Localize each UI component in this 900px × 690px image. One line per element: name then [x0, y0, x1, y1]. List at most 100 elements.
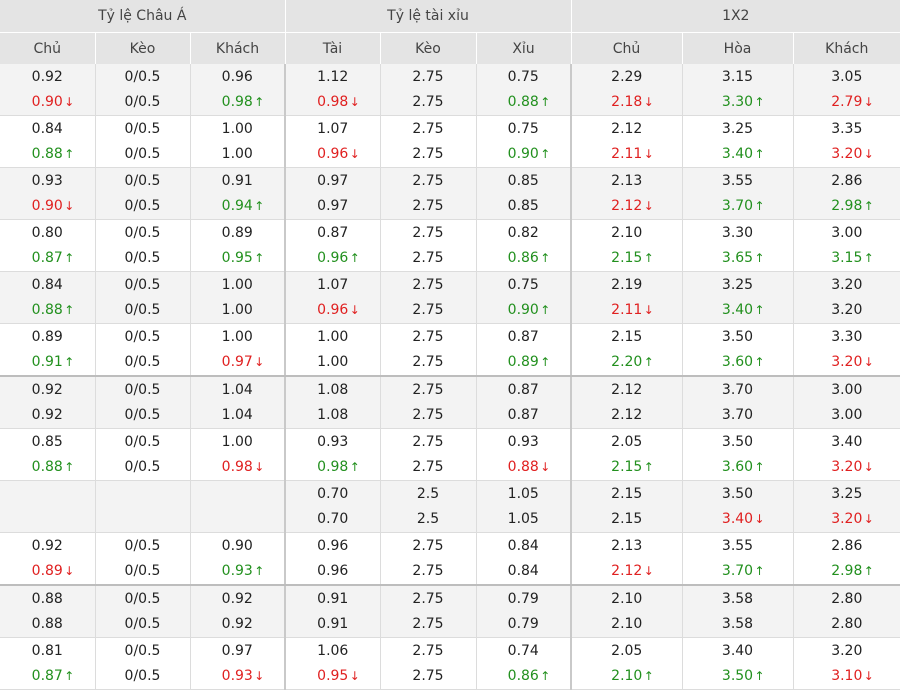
odds-rows: 0.92 0.90 ↓ 0/0.5 0/0.5 0.96 0.98 ↑ 1.12 0.98 ↓ 2.7…	[0, 64, 900, 690]
odds-cell: 0.81 0.87 ↑	[0, 637, 96, 690]
odds-current-value: 0.79	[507, 615, 539, 632]
odds-opening-value: 0.97	[221, 642, 253, 659]
odds-cell: 1.04 1.04	[190, 376, 286, 429]
odds-opening-value: 3.25	[721, 120, 754, 137]
odds-opening-value: 0.92	[221, 590, 253, 607]
odds-current: 3.50 ↑	[683, 664, 793, 689]
odds-current: 0.87 ↑	[0, 664, 95, 689]
odds-current-value: 3.40	[721, 145, 754, 162]
odds-cell: 2.15 2.15	[571, 480, 683, 533]
table-row: 0.84 0.88 ↑ 0/0.5 0/0.5 1.00 1.00 1.07 0.96 ↓ 2.75…	[0, 271, 900, 324]
odds-cell: 0.93 0.90 ↓	[0, 167, 96, 220]
odds-opening-value: 1.12	[317, 68, 349, 85]
odds-opening-value: 2.86	[831, 172, 863, 189]
odds-current-value: 2.10	[611, 615, 643, 632]
group-header-asian-handicap: Tỷ lệ Châu Á	[0, 0, 286, 33]
odds-current-value: 2.79	[831, 93, 863, 110]
odds-cell: 1.00 1.00	[285, 323, 381, 377]
odds-current: 2.75	[381, 298, 476, 323]
odds-current: 2.12 ↓	[572, 559, 682, 584]
odds-opening-value: 2.75	[412, 328, 444, 345]
odds-current: 2.5	[381, 507, 476, 532]
arrow-down-icon: ↓	[349, 94, 360, 109]
odds-current: 0/0.5	[96, 142, 190, 167]
odds-current: 3.70 ↑	[683, 559, 793, 584]
odds-current-value: 2.75	[412, 145, 444, 162]
odds-opening-value: 3.40	[721, 642, 754, 659]
odds-cell: 0.84 0.84	[476, 532, 573, 586]
odds-cell: 0.84 0.88 ↑	[0, 271, 96, 324]
arrow-down-icon: ↓	[64, 94, 75, 109]
odds-cell: 3.50 3.40 ↓	[682, 480, 794, 533]
odds-current-value: 0.90	[507, 145, 539, 162]
column-header-handicap: Kèo	[95, 32, 191, 64]
odds-current-value: 0.91	[31, 353, 63, 370]
odds-current	[96, 507, 190, 532]
odds-cell: 3.58 3.58	[682, 585, 794, 638]
odds-opening-value: 2.75	[412, 590, 444, 607]
odds-cell: 0/0.5 0/0.5	[95, 115, 191, 168]
odds-cell: 0.85 0.85	[476, 167, 573, 220]
odds-cell: 0/0.5 0/0.5	[95, 585, 191, 638]
odds-current-value: 0/0.5	[124, 93, 161, 110]
odds-cell: 0.93 0.98 ↑	[285, 428, 381, 481]
arrow-up-icon: ↑	[254, 563, 265, 578]
odds-current-value: 0.92	[31, 406, 63, 423]
odds-opening-value: 0.75	[507, 276, 539, 293]
odds-current-value: 2.15	[611, 458, 643, 475]
odds-current: 2.75	[381, 90, 476, 115]
odds-current: 0.91	[286, 612, 380, 637]
odds-cell: 3.40 3.50 ↑	[682, 637, 794, 690]
odds-current-value: 2.12	[611, 562, 643, 579]
odds-opening-value: 1.00	[221, 120, 253, 137]
odds-cell: 2.75 2.75	[380, 271, 477, 324]
odds-current-value: 2.11	[611, 145, 643, 162]
odds-cell: 0.91 0.91	[285, 585, 381, 638]
odds-current-value: 0.94	[221, 197, 253, 214]
odds-current	[191, 507, 285, 532]
odds-current: 2.75	[381, 664, 476, 689]
odds-current: 0.85	[477, 194, 571, 219]
odds-current-value: 0/0.5	[124, 301, 161, 318]
odds-opening-value: 1.00	[221, 433, 253, 450]
odds-opening-value: 0/0.5	[124, 68, 161, 85]
odds-cell: 0.75 0.90 ↑	[476, 115, 573, 168]
arrow-up-icon: ↑	[754, 459, 765, 474]
odds-cell: 0.80 0.87 ↑	[0, 219, 96, 272]
odds-cell: 2.12 2.11 ↓	[571, 115, 683, 168]
odds-cell: 3.25 3.40 ↑	[682, 271, 794, 324]
odds-cell: 1.00 1.00	[190, 271, 286, 324]
odds-current: 0.79	[477, 612, 571, 637]
odds-current: 1.00	[191, 142, 285, 167]
odds-cell: 0/0.5 0/0.5	[95, 323, 191, 377]
column-header-1x2-away: Khách	[793, 32, 900, 64]
odds-current: 2.75	[381, 350, 476, 375]
odds-cell: 2.75 2.75	[380, 323, 477, 377]
odds-cell: 2.13 2.12 ↓	[571, 167, 683, 220]
odds-current: 0/0.5	[96, 90, 190, 115]
odds-current: 0.93 ↑	[191, 559, 285, 584]
arrow-up-icon: ↑	[64, 146, 75, 161]
odds-current: 0/0.5	[96, 298, 190, 323]
odds-current-value: 2.75	[412, 615, 444, 632]
odds-current-value: 0.96	[317, 562, 349, 579]
odds-cell: 2.86 2.98 ↑	[793, 167, 900, 220]
odds-cell: 3.00 3.00	[793, 376, 900, 429]
odds-opening-value: 0.90	[221, 537, 253, 554]
odds-current: 1.04	[191, 403, 285, 428]
arrow-down-icon: ↓	[863, 459, 874, 474]
odds-current: 0.89 ↓	[0, 559, 95, 584]
odds-current: 0.96 ↓	[286, 298, 380, 323]
odds-cell: 3.70 3.70	[682, 376, 794, 429]
odds-current-value: 2.75	[412, 301, 444, 318]
odds-current: 2.11 ↓	[572, 142, 682, 167]
odds-current-value: 2.98	[831, 197, 863, 214]
odds-cell: 0.91 0.94 ↑	[190, 167, 286, 220]
odds-current-value: 2.75	[412, 406, 444, 423]
odds-current: 2.15 ↑	[572, 246, 682, 271]
arrow-up-icon: ↑	[349, 250, 360, 265]
odds-cell: 0.74 0.86 ↑	[476, 637, 573, 690]
arrow-up-icon: ↑	[540, 668, 551, 683]
odds-cell: 3.30 3.20 ↓	[793, 323, 900, 377]
odds-current: 2.75	[381, 612, 476, 637]
